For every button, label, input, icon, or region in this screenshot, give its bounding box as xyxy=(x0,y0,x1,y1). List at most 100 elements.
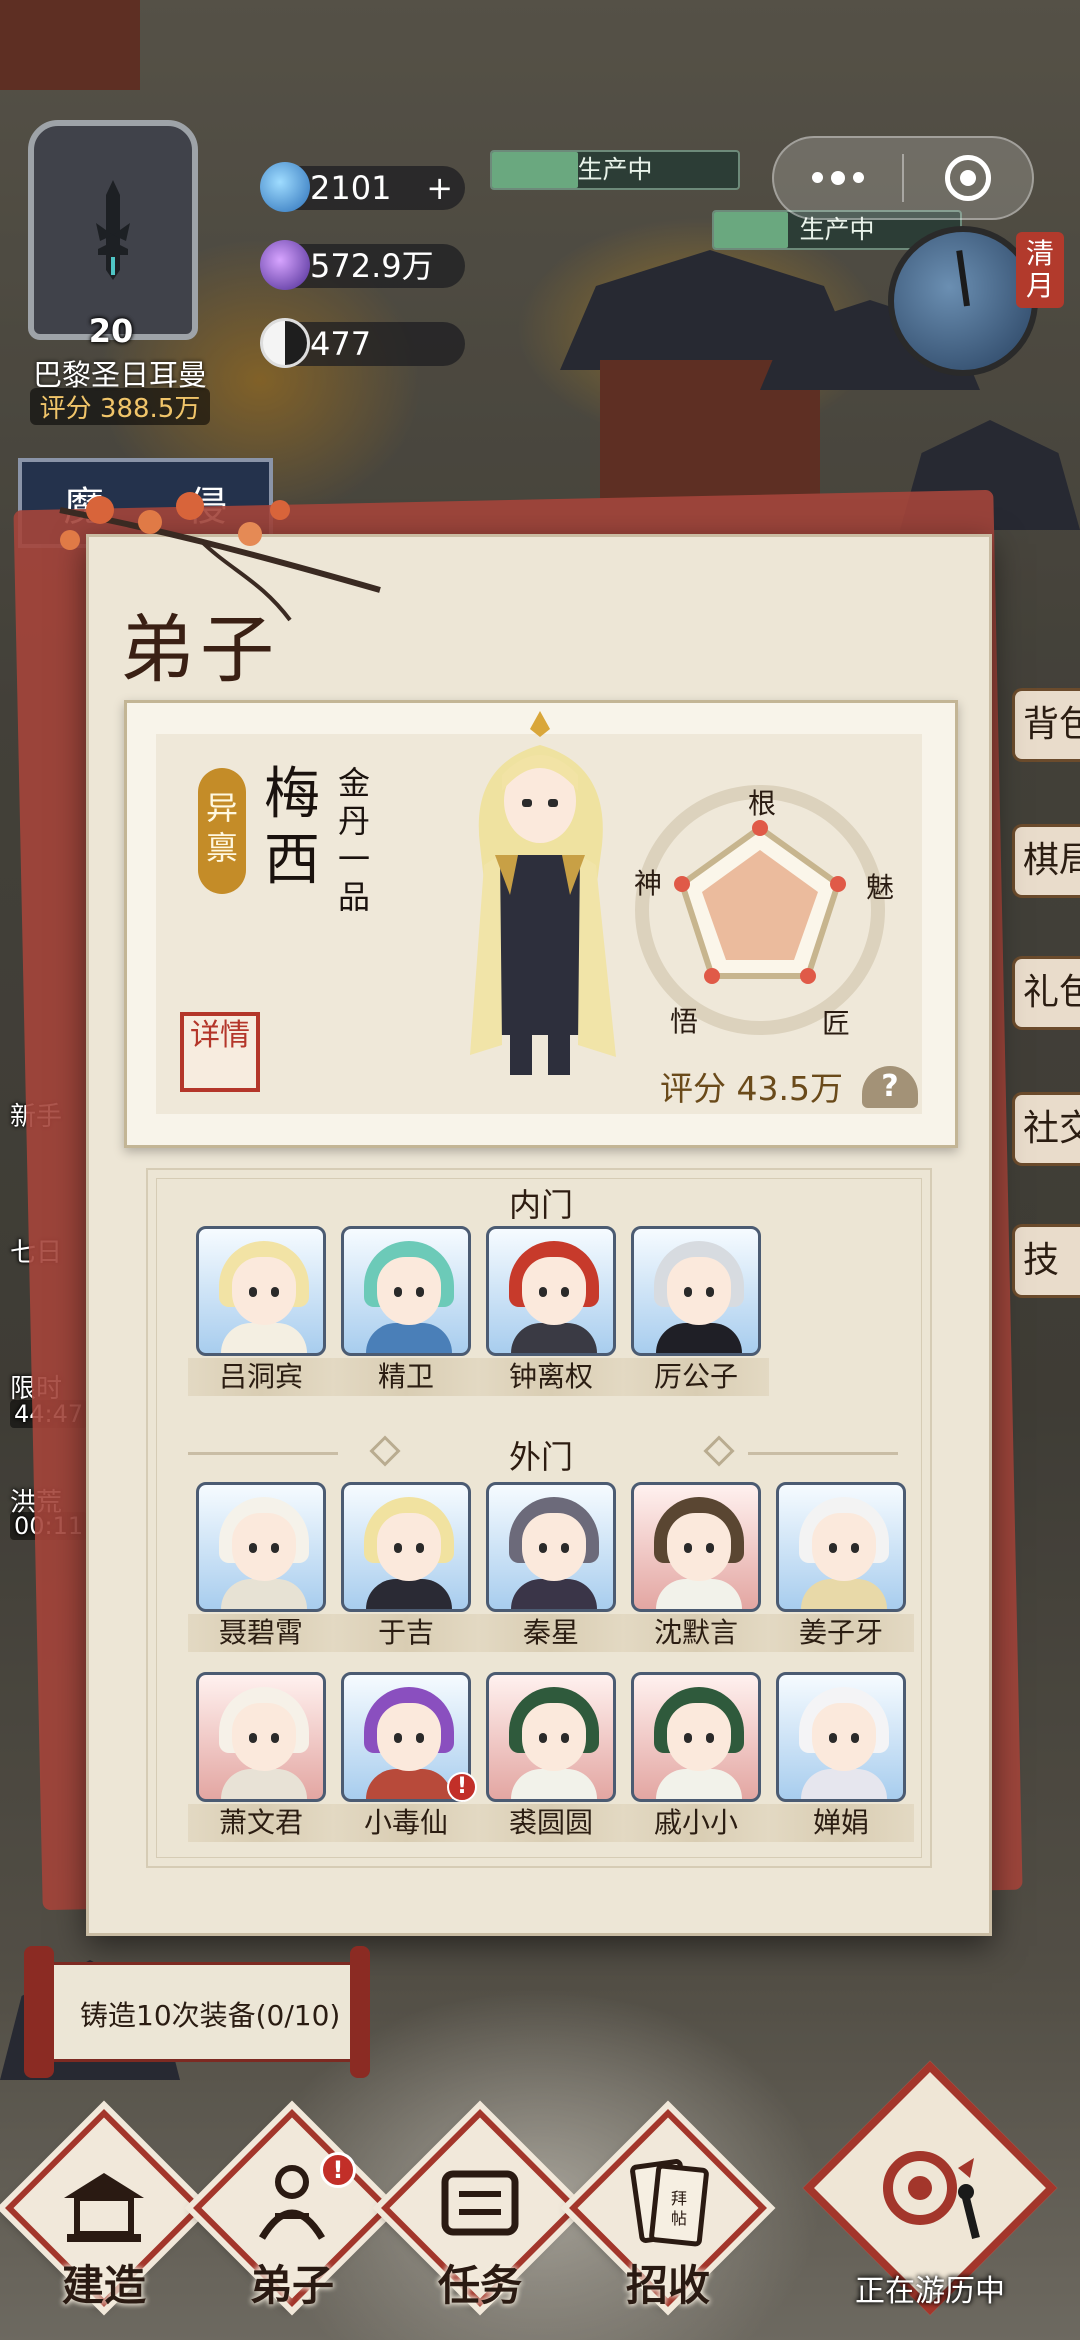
inner-section-header: 内门 xyxy=(148,1180,930,1226)
quest-tracker[interactable]: 铸造10次装备(0/10) xyxy=(24,1946,370,2078)
add-resource-button[interactable]: + xyxy=(426,166,453,210)
disciple-card[interactable]: 戚小小 xyxy=(623,1672,769,1842)
disciple-name: 沈默言 xyxy=(623,1614,769,1652)
side-button-gift[interactable]: 礼包 xyxy=(1012,956,1080,1030)
portrait-robe xyxy=(656,1769,742,1799)
disciple-card[interactable]: 于吉 xyxy=(333,1482,479,1652)
portrait-robe xyxy=(366,1323,452,1353)
disciple-card[interactable]: 婵娟 xyxy=(768,1672,914,1842)
portrait-eye xyxy=(416,1733,424,1743)
panel-title: 弟子 xyxy=(120,607,280,693)
stat-label-gen: 根 xyxy=(748,787,777,820)
disciple-card[interactable]: 钟离权 xyxy=(478,1226,624,1396)
travel-status-button[interactable]: 正在游历中 xyxy=(800,2060,1060,2328)
spirit-stone-icon xyxy=(260,162,310,212)
detail-seal-button[interactable]: 详情 xyxy=(180,1012,260,1092)
scroll-roll xyxy=(24,1946,54,2078)
disciple-portrait xyxy=(341,1482,471,1612)
notification-badge: ! xyxy=(320,2152,356,2188)
nav-disciples[interactable]: ! 弟子 xyxy=(192,2109,392,2318)
disciple-portrait xyxy=(631,1482,761,1612)
stat-label-shen: 神 xyxy=(634,867,663,900)
nav-tasks[interactable]: 任务 xyxy=(380,2109,580,2318)
portrait-robe xyxy=(221,1579,307,1609)
divider-rule xyxy=(188,1452,338,1455)
disciple-portrait xyxy=(486,1226,616,1356)
disciple-card[interactable]: 厉公子 xyxy=(623,1226,769,1396)
disciple-card[interactable]: 裘圆圆 xyxy=(478,1672,624,1842)
featured-disciple-figure xyxy=(470,711,616,1075)
portrait-eye xyxy=(851,1733,859,1743)
portrait-face xyxy=(232,1257,296,1325)
portrait-eye xyxy=(539,1733,547,1743)
disciple-card[interactable]: 沈默言 xyxy=(623,1482,769,1652)
more-menu-button[interactable] xyxy=(774,138,902,218)
divider-diamond xyxy=(369,1435,401,1467)
resource-yin-yang: 477 xyxy=(260,318,465,368)
portrait-eye xyxy=(706,1543,714,1553)
disciple-name: 裘圆圆 xyxy=(478,1804,624,1842)
pavilion-icon xyxy=(64,2173,144,2242)
player-avatar[interactable] xyxy=(28,120,198,340)
side-button-chess[interactable]: 棋局 xyxy=(1012,824,1080,898)
scroll-roll xyxy=(350,1946,370,2078)
portrait-eye xyxy=(539,1543,547,1553)
portrait-eye xyxy=(706,1733,714,1743)
disciple-portrait xyxy=(486,1482,616,1612)
section-title: 内门 xyxy=(508,1186,573,1224)
nav-label: 弟子 xyxy=(249,2261,334,2310)
disciple-name: 戚小小 xyxy=(623,1804,769,1842)
disciple-card[interactable]: 姜子牙 xyxy=(768,1482,914,1652)
production-status-bar[interactable]: 生产中 xyxy=(490,150,740,190)
disciple-portrait xyxy=(486,1672,616,1802)
disciple-card[interactable]: ! 小毒仙 xyxy=(333,1672,479,1842)
divider-diamond xyxy=(703,1435,735,1467)
portrait-robe xyxy=(801,1769,887,1799)
portrait-face xyxy=(812,1513,876,1581)
portrait-robe xyxy=(511,1323,597,1353)
portrait-eye xyxy=(684,1287,692,1297)
disciple-card[interactable]: 聂碧霄 xyxy=(188,1482,334,1652)
purple-gem-icon xyxy=(260,240,310,290)
resource-value: 477 xyxy=(310,325,372,363)
side-button-bag[interactable]: 背包 xyxy=(1012,688,1080,762)
portrait-eye xyxy=(829,1543,837,1553)
stat-label-mei: 魅 xyxy=(866,871,895,904)
portrait-face xyxy=(522,1703,586,1771)
portrait-eye xyxy=(684,1543,692,1553)
portrait-eye xyxy=(249,1733,257,1743)
card-text-bottom: 帖 xyxy=(671,2209,687,2228)
portrait-eye xyxy=(271,1733,279,1743)
resource-value: 2101 xyxy=(310,169,392,207)
nav-recruit[interactable]: 拜 帖 招收 xyxy=(568,2109,768,2318)
disciple-card[interactable]: 秦星 xyxy=(478,1482,624,1652)
nav-label: 建造 xyxy=(61,2261,146,2310)
portrait-robe xyxy=(221,1323,307,1353)
disciple-name: 钟离权 xyxy=(478,1358,624,1396)
side-button-social[interactable]: 社交 xyxy=(1012,1092,1080,1166)
portrait-eye xyxy=(829,1733,837,1743)
production-progress-fill xyxy=(492,152,579,188)
disciple-card[interactable]: 萧文君 xyxy=(188,1672,334,1842)
portrait-robe xyxy=(511,1769,597,1799)
portrait-eye xyxy=(561,1543,569,1553)
section-title: 外门 xyxy=(508,1438,573,1476)
divider-rule xyxy=(748,1452,898,1455)
player-level: 20 xyxy=(88,312,134,350)
invitation-card-icon: 拜 帖 xyxy=(630,2159,709,2247)
side-button-skill[interactable]: 技 xyxy=(1012,1224,1080,1298)
portrait-eye xyxy=(416,1287,424,1297)
nav-build[interactable]: 建造 xyxy=(4,2109,204,2318)
disciple-portrait xyxy=(776,1482,906,1612)
disciple-card[interactable]: 吕洞宾 xyxy=(188,1226,334,1396)
portrait-eye xyxy=(561,1287,569,1297)
disciple-card[interactable]: 精卫 xyxy=(333,1226,479,1396)
miniprogram-capsule xyxy=(772,136,1034,220)
close-miniprogram-button[interactable] xyxy=(904,138,1032,218)
quest-text: 铸造10次装备(0/10) xyxy=(80,1999,341,2032)
featured-score: 评分 43.5万 xyxy=(660,1069,843,1108)
disciple-name: 秦星 xyxy=(478,1614,624,1652)
portrait-face xyxy=(812,1703,876,1771)
disciple-name: 婵娟 xyxy=(768,1804,914,1842)
disciple-name: 吕洞宾 xyxy=(188,1358,334,1396)
